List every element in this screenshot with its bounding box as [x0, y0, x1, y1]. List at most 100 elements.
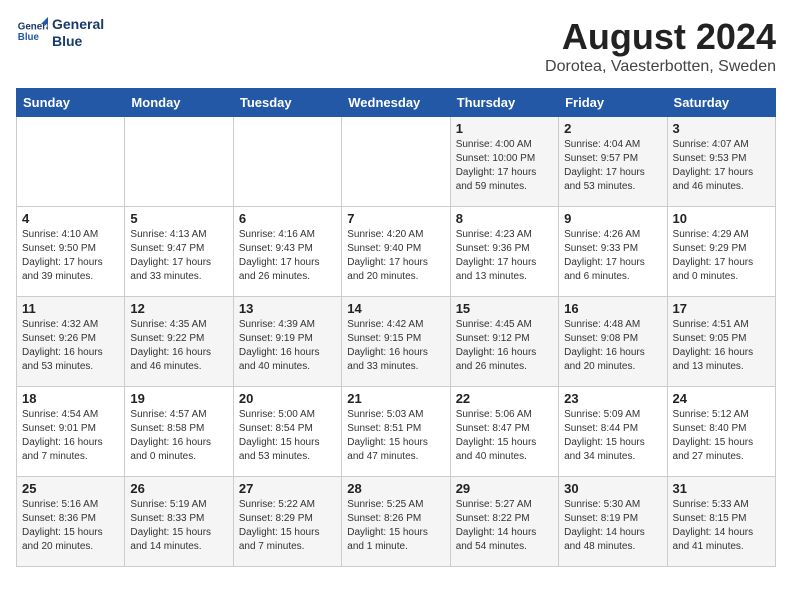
calendar-cell: 22Sunrise: 5:06 AM Sunset: 8:47 PM Dayli… — [450, 387, 558, 477]
day-info: Sunrise: 5:22 AM Sunset: 8:29 PM Dayligh… — [239, 498, 336, 554]
weekday-header-monday: Monday — [125, 89, 233, 117]
day-number: 15 — [456, 301, 553, 316]
day-info: Sunrise: 5:27 AM Sunset: 8:22 PM Dayligh… — [456, 498, 553, 554]
day-number: 19 — [130, 391, 227, 406]
day-number: 23 — [564, 391, 661, 406]
day-number: 2 — [564, 121, 661, 136]
day-number: 7 — [347, 211, 444, 226]
calendar-cell — [342, 117, 450, 207]
day-number: 17 — [673, 301, 770, 316]
subtitle: Dorotea, Vaesterbotten, Sweden — [545, 58, 776, 76]
day-number: 28 — [347, 481, 444, 496]
day-info: Sunrise: 5:06 AM Sunset: 8:47 PM Dayligh… — [456, 408, 553, 464]
day-info: Sunrise: 5:03 AM Sunset: 8:51 PM Dayligh… — [347, 408, 444, 464]
day-info: Sunrise: 5:25 AM Sunset: 8:26 PM Dayligh… — [347, 498, 444, 554]
calendar-cell: 16 Sunrise: 4:48 AM Sunset: 9:08 PM Dayli… — [559, 297, 667, 387]
calendar-cell — [233, 117, 341, 207]
day-number: 1 — [456, 121, 553, 136]
day-info: Sunrise: 4:32 AM Sunset: 9:26 PM Dayligh… — [22, 318, 119, 374]
day-info: Sunrise: 4:20 AM Sunset: 9:40 PM Dayligh… — [347, 228, 444, 284]
calendar-cell: 26 Sunrise: 5:19 AM Sunset: 8:33 PM Dayli… — [125, 477, 233, 567]
day-number: 16 — [564, 301, 661, 316]
calendar-cell: 3 Sunrise: 4:07 AM Sunset: 9:53 PM Daylig… — [667, 117, 775, 207]
weekday-header-sunday: Sunday — [17, 89, 125, 117]
calendar-week-row: 25 Sunrise: 5:16 AM Sunset: 8:36 PM Dayli… — [17, 477, 776, 567]
day-info: Sunrise: 4:04 AM Sunset: 9:57 PM Dayligh… — [564, 138, 661, 194]
day-info: Sunrise: 4:39 AM Sunset: 9:19 PM Dayligh… — [239, 318, 336, 374]
day-info: Sunrise: 5:00 AM Sunset: 8:54 PM Dayligh… — [239, 408, 336, 464]
calendar-week-row: 4 Sunrise: 4:10 AM Sunset: 9:50 PM Daylig… — [17, 207, 776, 297]
day-number: 18 — [22, 391, 119, 406]
day-number: 27 — [239, 481, 336, 496]
day-number: 11 — [22, 301, 119, 316]
weekday-header-friday: Friday — [559, 89, 667, 117]
calendar-cell — [125, 117, 233, 207]
day-number: 10 — [673, 211, 770, 226]
calendar-cell: 5Sunrise: 4:13 AM Sunset: 9:47 PM Daylig… — [125, 207, 233, 297]
calendar-cell: 17Sunrise: 4:51 AM Sunset: 9:05 PM Dayli… — [667, 297, 775, 387]
day-number: 4 — [22, 211, 119, 226]
main-title: August 2024 — [545, 16, 776, 58]
day-number: 25 — [22, 481, 119, 496]
day-info: Sunrise: 4:10 AM Sunset: 9:50 PM Dayligh… — [22, 228, 119, 284]
day-info: Sunrise: 5:09 AM Sunset: 8:44 PM Dayligh… — [564, 408, 661, 464]
calendar-cell: 20Sunrise: 5:00 AM Sunset: 8:54 PM Dayli… — [233, 387, 341, 477]
calendar-cell: 11 Sunrise: 4:32 AM Sunset: 9:26 PM Dayli… — [17, 297, 125, 387]
day-info: Sunrise: 4:48 AM Sunset: 9:08 PM Dayligh… — [564, 318, 661, 374]
day-info: Sunrise: 4:35 AM Sunset: 9:22 PM Dayligh… — [130, 318, 227, 374]
calendar-week-row: 1 Sunrise: 4:00 AM Sunset: 10:00 PM Dayli… — [17, 117, 776, 207]
day-info: Sunrise: 4:42 AM Sunset: 9:15 PM Dayligh… — [347, 318, 444, 374]
day-info: Sunrise: 4:45 AM Sunset: 9:12 PM Dayligh… — [456, 318, 553, 374]
calendar-cell: 10 Sunrise: 4:29 AM Sunset: 9:29 PM Dayli… — [667, 207, 775, 297]
day-info: Sunrise: 4:54 AM Sunset: 9:01 PM Dayligh… — [22, 408, 119, 464]
day-info: Sunrise: 4:29 AM Sunset: 9:29 PM Dayligh… — [673, 228, 770, 284]
title-area: August 2024 Dorotea, Vaesterbotten, Swed… — [545, 16, 776, 76]
calendar-cell: 7 Sunrise: 4:20 AM Sunset: 9:40 PM Daylig… — [342, 207, 450, 297]
calendar-cell: 14Sunrise: 4:42 AM Sunset: 9:15 PM Dayli… — [342, 297, 450, 387]
day-number: 12 — [130, 301, 227, 316]
calendar-cell: 8Sunrise: 4:23 AM Sunset: 9:36 PM Daylig… — [450, 207, 558, 297]
day-number: 26 — [130, 481, 227, 496]
day-number: 6 — [239, 211, 336, 226]
svg-text:Blue: Blue — [18, 32, 40, 43]
calendar-cell: 24Sunrise: 5:12 AM Sunset: 8:40 PM Dayli… — [667, 387, 775, 477]
calendar-table: SundayMondayTuesdayWednesdayThursdayFrid… — [16, 88, 776, 567]
weekday-header-thursday: Thursday — [450, 89, 558, 117]
logo-text: General — [52, 16, 104, 33]
day-info: Sunrise: 4:26 AM Sunset: 9:33 PM Dayligh… — [564, 228, 661, 284]
day-number: 13 — [239, 301, 336, 316]
day-info: Sunrise: 5:16 AM Sunset: 8:36 PM Dayligh… — [22, 498, 119, 554]
calendar-cell: 1 Sunrise: 4:00 AM Sunset: 10:00 PM Dayli… — [450, 117, 558, 207]
logo-icon: General Blue — [16, 17, 48, 49]
weekday-header-wednesday: Wednesday — [342, 89, 450, 117]
day-number: 9 — [564, 211, 661, 226]
day-number: 30 — [564, 481, 661, 496]
calendar-cell: 12 Sunrise: 4:35 AM Sunset: 9:22 PM Dayli… — [125, 297, 233, 387]
calendar-cell: 19 Sunrise: 4:57 AM Sunset: 8:58 PM Dayli… — [125, 387, 233, 477]
day-info: Sunrise: 5:30 AM Sunset: 8:19 PM Dayligh… — [564, 498, 661, 554]
day-info: Sunrise: 4:07 AM Sunset: 9:53 PM Dayligh… — [673, 138, 770, 194]
weekday-header-saturday: Saturday — [667, 89, 775, 117]
calendar-cell: 15 Sunrise: 4:45 AM Sunset: 9:12 PM Dayli… — [450, 297, 558, 387]
day-number: 24 — [673, 391, 770, 406]
calendar-cell: 28 Sunrise: 5:25 AM Sunset: 8:26 PM Dayli… — [342, 477, 450, 567]
day-number: 29 — [456, 481, 553, 496]
day-info: Sunrise: 4:00 AM Sunset: 10:00 PM Daylig… — [456, 138, 553, 194]
weekday-header-tuesday: Tuesday — [233, 89, 341, 117]
calendar-cell: 6 Sunrise: 4:16 AM Sunset: 9:43 PM Daylig… — [233, 207, 341, 297]
page-header: General Blue General Blue August 2024 Do… — [16, 16, 776, 76]
weekday-header-row: SundayMondayTuesdayWednesdayThursdayFrid… — [17, 89, 776, 117]
day-info: Sunrise: 5:33 AM Sunset: 8:15 PM Dayligh… — [673, 498, 770, 554]
calendar-cell: 9 Sunrise: 4:26 AM Sunset: 9:33 PM Daylig… — [559, 207, 667, 297]
day-info: Sunrise: 4:13 AM Sunset: 9:47 PM Dayligh… — [130, 228, 227, 284]
logo-subtext: Blue — [52, 33, 104, 50]
day-number: 8 — [456, 211, 553, 226]
calendar-cell: 13 Sunrise: 4:39 AM Sunset: 9:19 PM Dayli… — [233, 297, 341, 387]
day-info: Sunrise: 5:19 AM Sunset: 8:33 PM Dayligh… — [130, 498, 227, 554]
day-number: 3 — [673, 121, 770, 136]
day-number: 31 — [673, 481, 770, 496]
calendar-week-row: 11 Sunrise: 4:32 AM Sunset: 9:26 PM Dayli… — [17, 297, 776, 387]
day-info: Sunrise: 4:57 AM Sunset: 8:58 PM Dayligh… — [130, 408, 227, 464]
calendar-week-row: 18 Sunrise: 4:54 AM Sunset: 9:01 PM Dayli… — [17, 387, 776, 477]
day-info: Sunrise: 4:16 AM Sunset: 9:43 PM Dayligh… — [239, 228, 336, 284]
